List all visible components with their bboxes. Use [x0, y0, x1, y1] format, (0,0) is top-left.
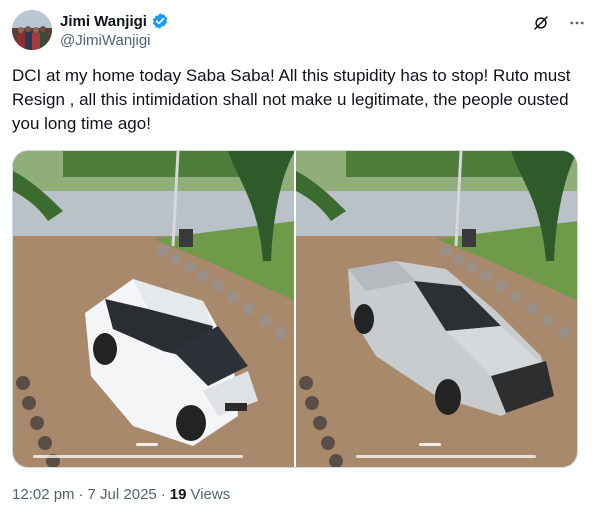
more-icon[interactable]	[566, 12, 588, 34]
author-name-row: Jimi Wanjigi	[60, 12, 169, 30]
meta-separator: ·	[78, 486, 84, 503]
tweet-top-actions	[530, 12, 588, 34]
meta-separator-2: ·	[160, 486, 166, 503]
tweet-time[interactable]: 12:02 pm	[12, 486, 75, 503]
tweet-meta: 12:02 pm · 7 Jul 2025 · 19 Views	[12, 486, 230, 503]
tweet-text: DCI at my home today Saba Saba! All this…	[12, 66, 571, 133]
tweet-card: Jimi Wanjigi @JimiWanjigi DCI at my home…	[0, 0, 606, 515]
tweet-date[interactable]: 7 Jul 2025	[88, 486, 157, 503]
views-label: Views	[190, 486, 231, 503]
author-handle[interactable]: @JimiWanjigi	[60, 32, 151, 49]
verified-badge-icon	[151, 12, 169, 30]
silver-pickup-photo[interactable]	[296, 151, 577, 467]
avatar[interactable]	[12, 10, 52, 50]
white-suv-photo[interactable]	[13, 151, 294, 467]
media-grid	[12, 150, 578, 468]
views-count: 19	[169, 486, 187, 503]
grok-icon[interactable]	[530, 12, 552, 34]
author-display-name[interactable]: Jimi Wanjigi	[60, 13, 147, 30]
